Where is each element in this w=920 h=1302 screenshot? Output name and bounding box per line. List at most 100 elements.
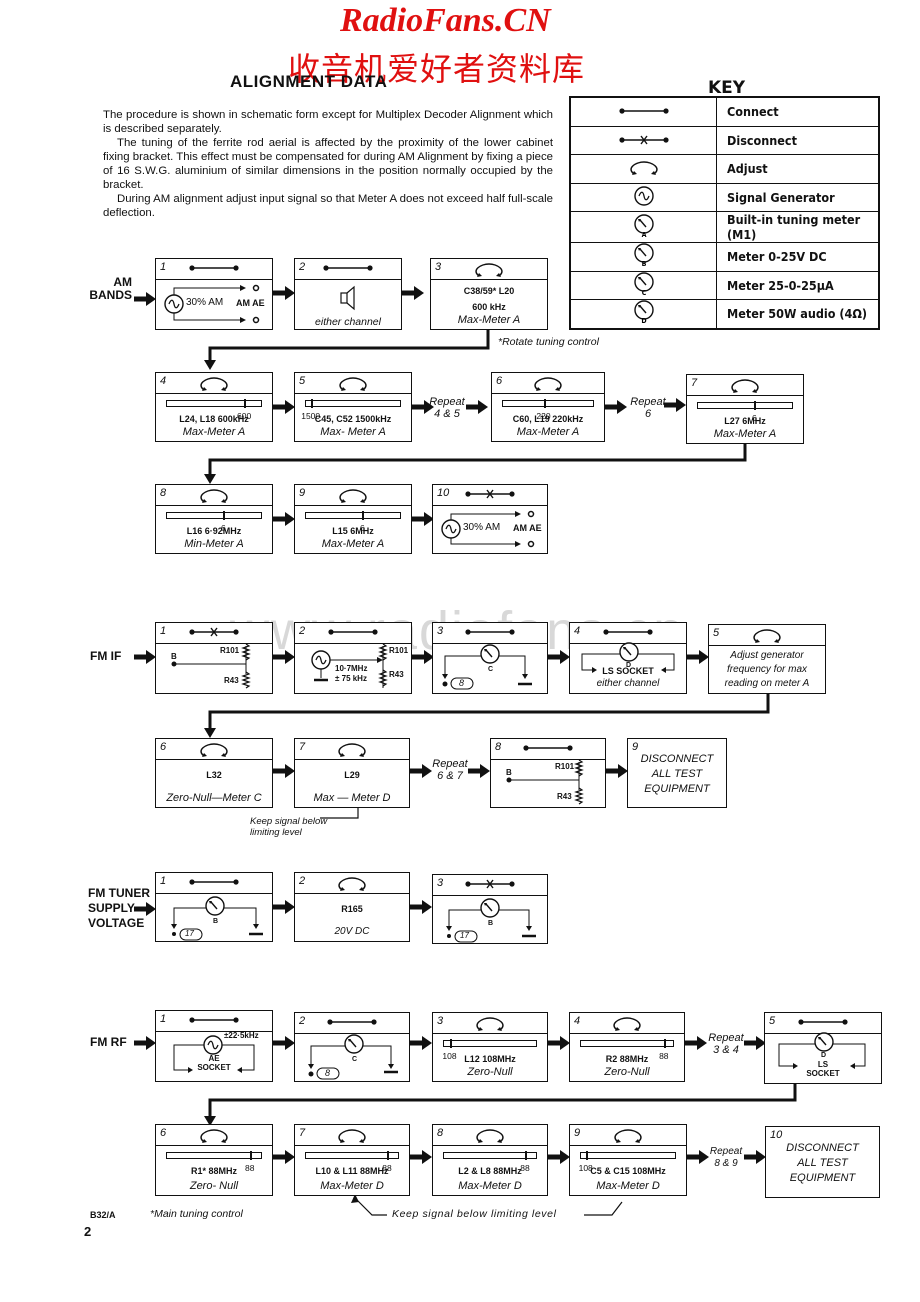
am-step-8: 8 6 L16 6·92MHz Min-Meter A [155, 484, 273, 554]
flow-arrow-icon [410, 1150, 432, 1164]
repeat-text: 6 & 7 [437, 770, 463, 782]
connect-icon [188, 1016, 240, 1024]
flow-line [208, 1083, 797, 1118]
repeat-text: Repeat [432, 758, 468, 770]
tuning-scale: 6 L15 6MHz Max-Meter A [295, 506, 411, 552]
dial-pointer [244, 399, 247, 408]
dial-pointer [249, 1151, 252, 1160]
fmrf-step-10: 10 DISCONNECT ALL TEST EQUIPMENT [765, 1126, 880, 1198]
am-step-1: 1 30% AM AM AE [155, 258, 273, 330]
step-number: 4 [160, 375, 167, 387]
dial-pointer [663, 1039, 666, 1048]
connect-icon [188, 264, 240, 272]
fmif-step-2: 2 R101 R43 10·7MHz ± 75 kHz [294, 622, 412, 694]
step-number: 9 [299, 487, 306, 499]
component-label: R1* 88MHz [190, 1166, 237, 1176]
meter-b-icon [480, 898, 500, 918]
adjust-icon [200, 1129, 228, 1144]
am-step-2: 2 either channel [294, 258, 402, 330]
instruction-line: reading on meter A [724, 678, 810, 689]
meter-c-icon [480, 644, 500, 664]
fmif-step-1: 1 B R101 R43 [155, 622, 273, 694]
step-number: 1 [160, 1013, 167, 1025]
adjust-icon [338, 877, 366, 892]
step-number: 4 [574, 1015, 581, 1027]
test-point-label: 8 [325, 1068, 331, 1078]
component-label: C60, L19 220kHz [512, 414, 584, 424]
tuning-dial: 600 [166, 399, 262, 421]
adjust-icon [200, 377, 228, 392]
repeat-text: 4 & 5 [434, 408, 460, 420]
connect-icon [327, 628, 379, 636]
adjust-icon [753, 629, 781, 644]
step-caption: either channel [596, 678, 660, 689]
step-number: 7 [299, 741, 306, 753]
fmrf-step-8: 8 88 L2 & L8 88MHz Max-Meter D [432, 1124, 548, 1196]
test-point-label: 8 [459, 678, 465, 688]
step-number: 1 [160, 625, 167, 637]
am-step-4: 4 600 L24, L18 600kHz Max-Meter A [155, 372, 273, 442]
point-label: B [171, 652, 177, 661]
flow-arrow-icon [402, 286, 424, 300]
step-number: 1 [160, 875, 167, 887]
component-label: R165 [341, 904, 363, 914]
step-number: 8 [437, 1127, 444, 1139]
disconnect-icon [464, 879, 516, 889]
disconnect-all-text: DISCONNECT ALL TEST EQUIPMENT [766, 1141, 879, 1186]
flow-arrow-icon [412, 400, 434, 414]
resistor-label: R43 [557, 792, 572, 801]
component-label: L29 [344, 770, 360, 780]
flow-line [208, 442, 747, 476]
meter-letter: C [488, 666, 494, 673]
adjust-icon [614, 1129, 642, 1144]
dial-pointer [386, 1151, 389, 1160]
step-number: 9 [574, 1127, 581, 1139]
disconnect-all-text: DISCONNECT ALL TEST EQUIPMENT [628, 752, 726, 797]
step-number: 2 [299, 1015, 306, 1027]
adjust-icon [476, 1129, 504, 1144]
resistor-icon [242, 671, 250, 689]
instruction-line: ALL TEST [797, 1157, 848, 1169]
adjust-icon [338, 1129, 366, 1144]
component-label: C5 & C15 108MHz [590, 1166, 666, 1176]
meter-letter: C [352, 1056, 358, 1063]
document-code: B32/A [90, 1210, 116, 1220]
signal-generator-icon [203, 1035, 223, 1055]
step-number: 1 [160, 261, 167, 273]
step-number: 3 [437, 1015, 444, 1027]
step-caption: either channel [315, 316, 381, 328]
fmtuner-step-2: 2 R165 20V DC [294, 872, 410, 942]
step-caption: Zero-Null [604, 1066, 650, 1078]
fmtuner-step-1: 1 B 17 [155, 872, 273, 942]
page-number: 2 [84, 1224, 92, 1239]
meter-letter: B [488, 920, 494, 927]
tuning-scale: 88 R1* 88MHz Zero- Null [156, 1146, 272, 1194]
flow-arrow-icon [468, 764, 490, 778]
step-number: 8 [160, 487, 167, 499]
flow-arrow-icon [410, 1036, 432, 1050]
adjust-icon [339, 489, 367, 504]
tuning-dial: 88 [580, 1039, 674, 1061]
am-step-3: 3 C38/59* L20 600 kHz Max-Meter A [430, 258, 548, 330]
component-label: L10 & L11 88MHz [315, 1166, 389, 1176]
meter-letter: B [213, 918, 219, 925]
dial-pointer [524, 1151, 527, 1160]
tuning-dial: 88 [443, 1151, 537, 1173]
fmif-step-8: 8 B R101 R43 [490, 738, 606, 808]
socket-line: SOCKET [806, 1069, 840, 1078]
instruction-line: EQUIPMENT [644, 783, 710, 795]
component-label: L27 6MHz [724, 416, 766, 426]
section-label-line: BANDS [89, 288, 132, 302]
step-number: 5 [713, 627, 720, 639]
socket-label: LS SOCKET [602, 666, 654, 676]
meter-d-icon [814, 1032, 834, 1052]
step-number: 6 [160, 1127, 167, 1139]
fmrf-step-3: 3 108 L12 108MHz Zero-Null [432, 1012, 548, 1082]
tuning-dial: 88 [166, 1151, 262, 1173]
step-number: 5 [769, 1015, 776, 1027]
fmrf-step-7: 7 88 L10 & L11 88MHz Max-Meter D [294, 1124, 410, 1196]
tuning-scale: 6 L16 6·92MHz Min-Meter A [156, 506, 272, 552]
am-step-7: 7 6 L27 6MHz Max-Meter A [686, 374, 804, 444]
connect-icon [326, 1018, 378, 1026]
step-caption: Zero-Null—Meter C [166, 792, 262, 804]
